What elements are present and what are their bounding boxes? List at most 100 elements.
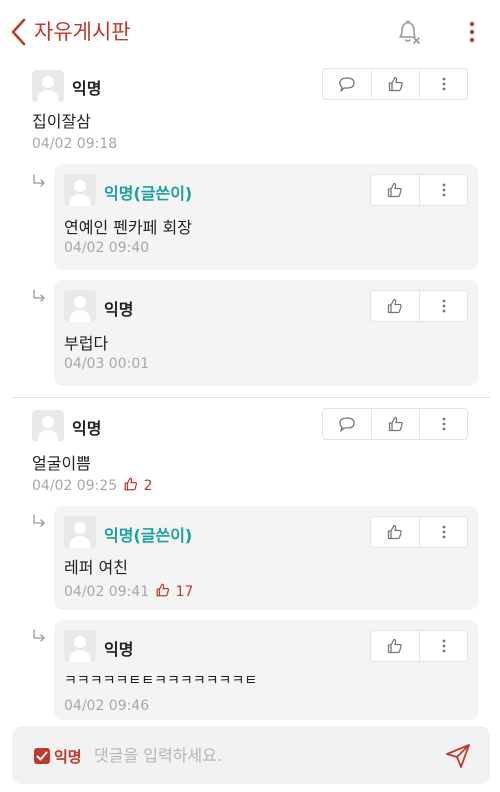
reply-time: 04/03 00:01 xyxy=(64,356,149,372)
user-avatar-icon xyxy=(69,180,91,206)
user-avatar-icon xyxy=(69,522,91,548)
reply-arrow-icon xyxy=(30,513,48,531)
comment-author: 익명 xyxy=(72,419,102,438)
reply-arrow-icon xyxy=(30,288,48,306)
speech-bubble-icon xyxy=(339,77,355,92)
thumbs-up-icon xyxy=(387,298,402,314)
avatar xyxy=(64,290,96,322)
user-avatar-icon xyxy=(37,76,59,102)
comment-text: 얼굴이쁨 xyxy=(32,454,91,473)
like-count-value: 2 xyxy=(143,478,153,494)
reply-text: 부럽다 xyxy=(64,334,109,353)
comment-more-button[interactable] xyxy=(419,69,467,99)
like-button[interactable] xyxy=(371,291,419,321)
more-vertical-icon xyxy=(442,525,445,539)
comment-composer: 익명 xyxy=(12,726,490,784)
like-button[interactable] xyxy=(371,517,419,547)
thumbs-up-icon xyxy=(388,76,403,92)
reply-text: 연예인 펜카페 회장 xyxy=(64,218,192,237)
comment-text: 집이잘삼 xyxy=(32,112,91,131)
thumbs-up-icon xyxy=(156,583,170,597)
avatar xyxy=(64,174,96,206)
avatar xyxy=(32,410,64,442)
user-avatar-icon xyxy=(69,296,91,322)
like-count: 17 xyxy=(155,583,194,600)
speech-bubble-icon xyxy=(339,417,355,432)
reply-action-bar xyxy=(370,174,468,206)
like-button[interactable] xyxy=(371,69,419,99)
thumbs-up-icon xyxy=(387,182,402,198)
reply-button[interactable] xyxy=(323,69,371,99)
like-button[interactable] xyxy=(371,175,419,205)
comment-author: 익명 xyxy=(72,79,102,98)
reply-author: 익명 xyxy=(104,640,134,659)
reply-button[interactable] xyxy=(323,409,371,439)
more-vertical-icon xyxy=(442,639,445,653)
reply-action-bar xyxy=(370,630,468,662)
more-vertical-icon xyxy=(442,183,445,197)
reply-time: 04/02 09:41 17 xyxy=(64,582,193,600)
more-vertical-icon xyxy=(442,417,445,431)
reply-action-bar xyxy=(370,290,468,322)
check-icon xyxy=(36,751,48,761)
comment-item: 익명 집이잘삼 04/02 09:18 xyxy=(0,62,500,162)
reply-item: 익명 부럽다 04/03 00:01 xyxy=(54,280,478,386)
more-options-button[interactable] xyxy=(462,18,482,46)
timestamp: 04/02 09:46 xyxy=(64,698,150,714)
page-title: 자유게시판 xyxy=(34,20,131,44)
comment-more-button[interactable] xyxy=(419,409,467,439)
timestamp: 04/02 09:25 xyxy=(32,478,118,494)
more-vertical-icon xyxy=(442,299,445,313)
send-icon xyxy=(446,744,470,768)
reply-time: 04/02 09:46 xyxy=(64,698,149,714)
reply-text: ㅋㅋㅋㅋㅋㅌㅌㅋㅋㅋㅋㅋㅋㅋㅌ xyxy=(64,673,258,689)
reply-author: 익명(글쓴이) xyxy=(104,184,193,203)
reply-more-button[interactable] xyxy=(419,291,467,321)
comment-time: 04/02 09:25 2 xyxy=(32,476,153,494)
comment-divider xyxy=(12,397,490,398)
avatar xyxy=(32,70,64,102)
thumbs-up-icon xyxy=(387,638,402,654)
reply-time: 04/02 09:40 xyxy=(64,240,149,256)
back-button[interactable] xyxy=(8,16,30,48)
reply-author: 익명 xyxy=(104,300,134,319)
comment-item: 익명 얼굴이쁨 04/02 09:25 2 xyxy=(0,402,500,506)
reply-arrow-icon xyxy=(30,628,48,646)
app-header: 자유게시판 xyxy=(0,0,500,62)
send-button[interactable] xyxy=(444,742,472,770)
reply-action-bar xyxy=(370,516,468,548)
timestamp: 04/03 00:01 xyxy=(64,356,150,372)
like-button[interactable] xyxy=(371,409,419,439)
reply-text: 레퍼 여친 xyxy=(64,558,128,577)
avatar xyxy=(64,516,96,548)
user-avatar-icon xyxy=(37,416,59,442)
anonymous-checkbox[interactable] xyxy=(34,748,50,764)
thumbs-up-icon xyxy=(387,524,402,540)
thumbs-up-icon xyxy=(124,477,138,491)
reply-item: 익명(글쓴이) 레퍼 여친 04/02 09:41 17 xyxy=(54,506,478,610)
timestamp: 04/02 09:40 xyxy=(64,240,150,256)
timestamp: 04/02 09:41 xyxy=(64,584,150,600)
comment-action-bar xyxy=(322,68,468,100)
reply-more-button[interactable] xyxy=(419,631,467,661)
like-count-value: 17 xyxy=(175,584,194,600)
comment-input[interactable] xyxy=(94,740,414,770)
like-count: 2 xyxy=(123,477,153,494)
reply-more-button[interactable] xyxy=(419,175,467,205)
notification-toggle-button[interactable] xyxy=(394,18,422,46)
reply-more-button[interactable] xyxy=(419,517,467,547)
like-button[interactable] xyxy=(371,631,419,661)
avatar xyxy=(64,630,96,662)
reply-item: 익명(글쓴이) 연예인 펜카페 회장 04/02 09:40 xyxy=(54,164,478,270)
bell-off-icon xyxy=(399,20,420,44)
more-vertical-icon xyxy=(469,21,475,43)
chevron-left-icon xyxy=(11,18,26,46)
reply-arrow-icon xyxy=(30,173,48,191)
reply-item: 익명 ㅋㅋㅋㅋㅋㅌㅌㅋㅋㅋㅋㅋㅋㅋㅌ 04/02 09:46 xyxy=(54,620,478,720)
reply-author: 익명(글쓴이) xyxy=(104,526,193,545)
user-avatar-icon xyxy=(69,636,91,662)
comment-action-bar xyxy=(322,408,468,440)
more-vertical-icon xyxy=(442,77,445,91)
comment-time: 04/02 09:18 xyxy=(32,136,117,152)
thumbs-up-icon xyxy=(388,416,403,432)
